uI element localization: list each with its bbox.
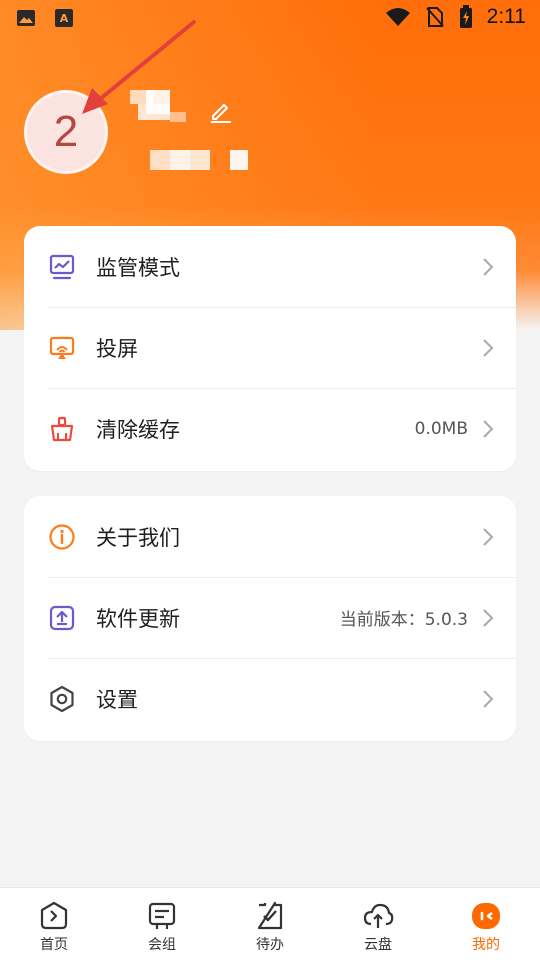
chevron-right-icon	[483, 527, 494, 546]
menu-label: 关于我们	[96, 525, 180, 550]
tab-meeting[interactable]: 会组	[108, 888, 216, 960]
tab-label: 首页	[40, 937, 68, 953]
menu-item-settings[interactable]: 设置	[24, 658, 516, 739]
upload-icon	[49, 605, 75, 630]
menu-item-screen-cast[interactable]: 投屏	[24, 307, 516, 388]
battery-charging-icon	[459, 5, 472, 28]
svg-text:A: A	[60, 12, 69, 25]
user-id-redacted	[150, 150, 260, 170]
avatar[interactable]: 2	[24, 90, 108, 174]
todo-check-icon	[257, 901, 283, 930]
menu-item-supervision-mode[interactable]: 监管模式	[24, 226, 516, 307]
profile-face-icon	[472, 903, 500, 929]
menu-label: 设置	[96, 687, 138, 712]
tab-label: 我的	[472, 937, 500, 953]
chevron-right-icon	[483, 689, 494, 708]
chevron-right-icon	[483, 419, 494, 438]
home-chevron-icon	[40, 901, 68, 930]
meeting-icon	[148, 902, 176, 929]
menu-item-software-update[interactable]: 软件更新 当前版本：5.0.3	[24, 577, 516, 658]
menu-item-clear-cache[interactable]: 清除缓存 0.0MB	[24, 388, 516, 469]
no-sim-icon	[425, 7, 444, 27]
cloud-upload-icon	[363, 903, 394, 928]
chevron-right-icon	[483, 608, 494, 627]
image-icon	[17, 10, 35, 26]
monitor-chart-icon	[49, 254, 75, 279]
menu-label: 监管模式	[96, 255, 180, 280]
bottom-tab-bar: 首页 会组 待办 云盘 我的	[0, 887, 540, 960]
version-value: 当前版本：5.0.3	[339, 610, 468, 630]
broom-icon	[50, 416, 74, 441]
tab-label: 待办	[256, 937, 284, 953]
chevron-right-icon	[483, 338, 494, 357]
menu-card-2: 关于我们 软件更新 当前版本：5.0.3 设置	[24, 496, 516, 741]
menu-card-1: 监管模式 投屏 清除缓存 0.0MB	[24, 226, 516, 471]
status-bar: A 2:11	[0, 0, 540, 36]
a-badge-icon: A	[55, 9, 73, 27]
cast-screen-icon	[49, 336, 75, 359]
tab-label: 会组	[148, 937, 176, 953]
info-icon	[49, 523, 75, 550]
menu-label: 投屏	[96, 336, 138, 361]
tab-cloud-drive[interactable]: 云盘	[324, 888, 432, 960]
tab-todo[interactable]: 待办	[216, 888, 324, 960]
avatar-number: 2	[53, 107, 79, 156]
menu-item-about-us[interactable]: 关于我们	[24, 496, 516, 577]
tab-label: 云盘	[364, 937, 392, 953]
wifi-icon	[385, 8, 410, 26]
menu-label: 清除缓存	[96, 417, 180, 442]
clock-time: 2:11	[486, 5, 526, 28]
tab-home[interactable]: 首页	[0, 888, 108, 960]
cache-size-value: 0.0MB	[414, 418, 468, 439]
menu-label: 软件更新	[96, 606, 180, 631]
tab-mine[interactable]: 我的	[432, 888, 540, 960]
hexagon-settings-icon	[50, 685, 74, 712]
chevron-right-icon	[483, 257, 494, 276]
username-redacted	[130, 90, 190, 126]
pencil-icon[interactable]	[208, 98, 234, 124]
